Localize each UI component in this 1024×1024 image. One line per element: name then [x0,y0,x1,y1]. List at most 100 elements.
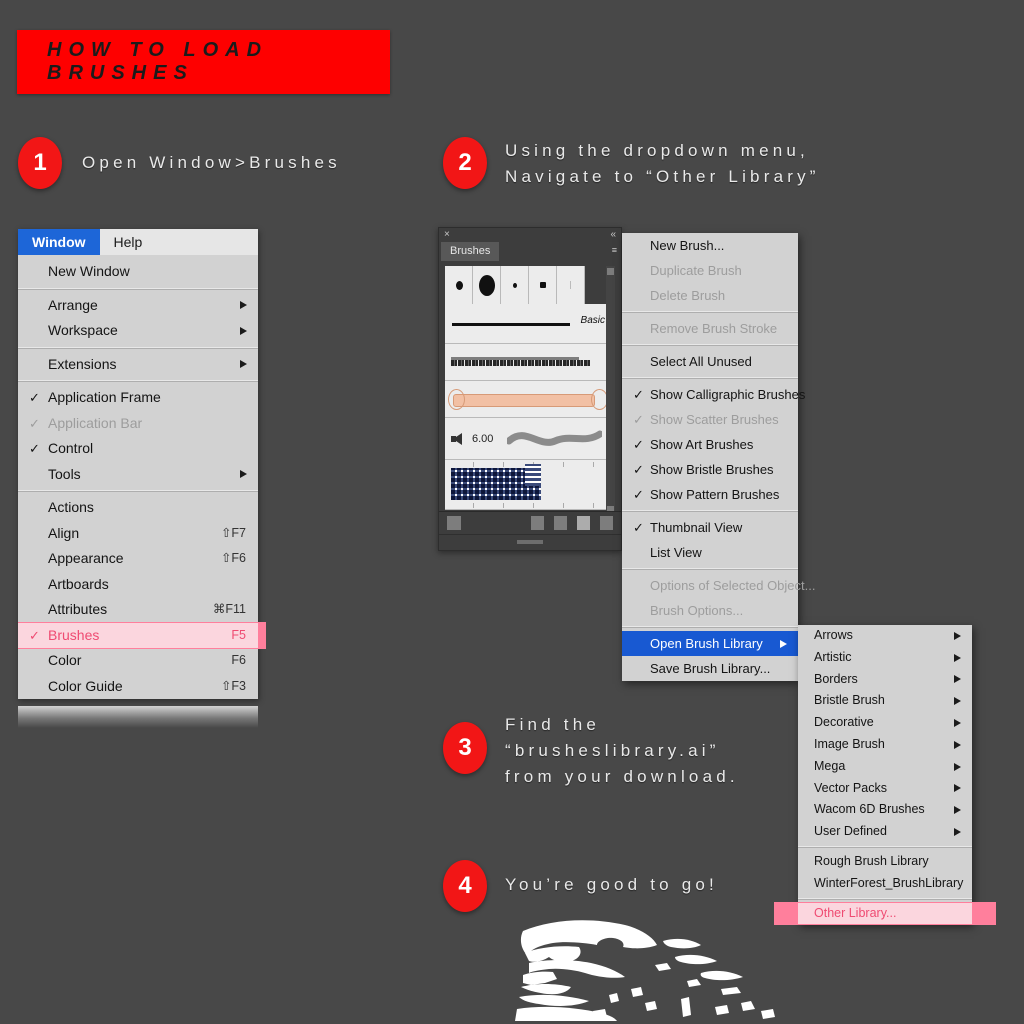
remove-brush-stroke-icon[interactable] [531,516,544,530]
menu-item-thumbnail-view[interactable]: ✓ Thumbnail View [622,515,798,540]
menu-item-other-library[interactable]: Other Library... [798,902,972,925]
menu-item-save-brush-library[interactable]: Save Brush Library... [622,656,798,681]
menu-item-duplicate-brush[interactable]: Duplicate Brush [622,258,798,283]
panel-menu-icon[interactable]: ≡ [612,245,617,255]
menu-item-actions[interactable]: Actions [18,495,258,521]
menu-item-options-of-selected-object[interactable]: Options of Selected Object... [622,573,815,598]
menu-item-show-bristle-brushes[interactable]: ✓ Show Bristle Brushes [622,457,798,482]
close-icon[interactable]: × [444,229,450,241]
menu-item-label: Appearance [48,550,124,566]
menu-item-application-frame[interactable]: ✓ Application Frame [18,385,258,411]
open-brush-library-submenu[interactable]: Arrows Artistic Borders Bristle Brush Decora… [798,625,972,925]
chevron-right-icon [240,470,247,479]
menu-item-image-brush[interactable]: Image Brush [798,734,972,756]
brush-thumb-1[interactable] [445,266,473,304]
menu-item-artistic[interactable]: Artistic [798,647,972,669]
chevron-right-icon [780,639,787,648]
menu-item-align[interactable]: Align ⇧F7 [18,521,258,547]
menu-separator [798,897,972,900]
window-menu-screenshot[interactable]: Window Help New Window Arrange Workspace Ex… [18,229,258,699]
menu-item-color-guide[interactable]: Color Guide ⇧F3 [18,674,258,700]
menu-item-show-art-brushes[interactable]: ✓ Show Art Brushes [622,432,798,457]
menu-item-control[interactable]: ✓ Control [18,436,258,462]
brush-size-value: 6.00 [472,433,494,445]
menu-item-decorative[interactable]: Decorative [798,712,972,734]
menu-item-delete-brush[interactable]: Delete Brush [622,283,798,308]
brush-thumb-4[interactable] [529,266,557,304]
brushes-panel-resize-grip[interactable] [439,534,621,550]
menubar-item-window[interactable]: Window [18,229,100,255]
menu-item-new-brush[interactable]: New Brush... [622,233,798,258]
step-badge-3: 3 [443,722,487,774]
menu-item-show-pattern-brushes[interactable]: ✓ Show Pattern Brushes [622,482,798,507]
step-text-3: Find the “brusheslibrary.ai” from your d… [505,715,739,786]
menu-item-label: New Window [48,263,130,279]
menu-item-bristle-brush[interactable]: Bristle Brush [798,690,972,712]
menu-item-select-all-unused[interactable]: Select All Unused [622,349,798,374]
brush-libraries-menu-icon[interactable] [447,516,461,530]
brush-row-basic[interactable]: Basic [445,304,611,344]
menu-item-open-brush-library[interactable]: Open Brush Library [622,631,798,656]
menu-item-brush-options[interactable]: Brush Options... [622,598,798,623]
menu-item-vector-packs[interactable]: Vector Packs [798,778,972,800]
menu-item-extensions[interactable]: Extensions [18,352,258,378]
step-text-1: Open Window>Brushes [82,153,341,172]
menu-item-label: Artistic [814,649,852,664]
menu-item-label: Borders [814,671,858,686]
chevron-right-icon [954,828,961,837]
basic-stroke-icon [452,323,570,326]
menubar-item-help[interactable]: Help [100,229,157,255]
window-menu-fade [18,706,258,728]
menu-item-application-bar[interactable]: ✓ Application Bar [18,411,258,437]
delete-brush-icon[interactable] [600,516,613,530]
brush-thumb-2[interactable] [473,266,501,304]
menu-item-remove-brush-stroke[interactable]: Remove Brush Stroke [622,316,798,341]
menu-item-color[interactable]: Color F6 [18,648,258,674]
menu-item-label: Remove Brush Stroke [650,321,778,336]
menu-item-workspace[interactable]: Workspace [18,318,258,344]
menu-item-tools[interactable]: Tools [18,462,258,488]
menu-item-show-calligraphic-brushes[interactable]: ✓ Show Calligraphic Brushes [622,382,805,407]
collapse-icon[interactable]: « [610,229,616,241]
menu-item-winterforest-brushlibrary[interactable]: WinterForest_BrushLibrary [798,873,972,895]
menu-item-show-scatter-brushes[interactable]: ✓ Show Scatter Brushes [622,407,798,432]
brush-thumb-3[interactable] [501,266,529,304]
menu-separator [622,626,798,628]
menu-item-appearance[interactable]: Appearance ⇧F6 [18,546,258,572]
scroll-up-icon[interactable] [607,268,614,275]
menu-item-user-defined[interactable]: User Defined [798,821,972,843]
checkmark-icon: ✓ [29,415,40,431]
brush-list-scrollbar[interactable] [606,266,615,515]
brushes-panel[interactable]: × « Brushes ≡ Basic 6.00 [438,227,622,551]
brushes-panel-context-menu[interactable]: New Brush... Duplicate Brush Delete Brush R… [622,233,815,681]
menu-item-shortcut: F5 [231,627,246,642]
menu-separator [622,311,798,313]
menu-item-new-window[interactable]: New Window [18,259,258,285]
brush-row-pattern[interactable] [445,460,611,510]
menu-item-brushes[interactable]: ✓ Brushes F5 [18,622,258,648]
menu-item-label: Brushes [48,626,100,643]
tab-brushes[interactable]: Brushes [441,242,500,261]
menu-item-list-view[interactable]: List View [622,540,798,565]
menu-item-arrange[interactable]: Arrange [18,293,258,319]
menu-item-attributes[interactable]: Attributes ⌘F11 [18,597,258,623]
menu-item-mega[interactable]: Mega [798,756,972,778]
new-brush-icon[interactable] [577,516,590,530]
chevron-right-icon [954,784,961,793]
brush-row-bristle[interactable]: 6.00 [445,418,611,460]
title-banner: HOW TO LOAD BRUSHES [17,30,390,94]
menu-item-label: Vector Packs [814,780,887,795]
menu-item-artboards[interactable]: Artboards [18,572,258,598]
brush-row-ribbon[interactable] [445,381,611,418]
brush-list[interactable]: Basic 6.00 [445,266,611,515]
brush-row-charcoal[interactable] [445,344,611,381]
options-of-selected-object-icon[interactable] [554,516,567,530]
menu-item-label: New Brush... [650,238,725,253]
menu-item-borders[interactable]: Borders [798,669,972,691]
menu-item-arrows[interactable]: Arrows [798,625,972,647]
menu-item-wacom-6d-brushes[interactable]: Wacom 6D Brushes [798,799,972,821]
brush-thumb-5[interactable] [557,266,585,304]
menu-item-label: Duplicate Brush [650,263,742,278]
menu-item-rough-brush-library[interactable]: Rough Brush Library [798,851,972,873]
menu-item-label: Actions [48,499,94,515]
